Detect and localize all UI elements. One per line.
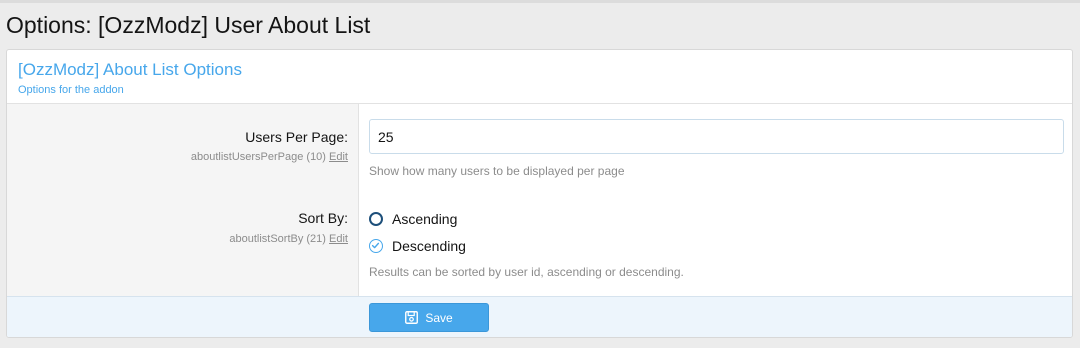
- sort-descending-option[interactable]: Descending: [369, 236, 466, 256]
- users-per-page-meta: aboutlistUsersPerPage (10) Edit: [18, 150, 348, 164]
- sort-ascending-option[interactable]: Ascending: [369, 209, 457, 229]
- sort-by-id: aboutlistSortBy (21): [229, 233, 326, 245]
- label-column: Users Per Page: aboutlistUsersPerPage (1…: [7, 104, 359, 296]
- sort-by-label: Sort By:: [298, 210, 348, 226]
- group-title: [OzzModz] About List Options: [18, 60, 242, 79]
- checkmark-icon: [371, 242, 380, 249]
- radio-checked-icon[interactable]: [369, 239, 383, 253]
- save-button-label: Save: [425, 310, 453, 325]
- sort-by-explain: Results can be sorted by user id, ascend…: [369, 265, 684, 279]
- top-border: [0, 0, 1080, 3]
- save-button[interactable]: Save: [369, 303, 489, 332]
- radio-unchecked-icon[interactable]: [369, 212, 383, 226]
- sort-by-edit-link[interactable]: Edit: [329, 233, 348, 245]
- page-title: Options: [OzzModz] User About List: [6, 12, 371, 38]
- users-per-page-label: Users Per Page:: [245, 129, 348, 145]
- users-per-page-input[interactable]: [369, 119, 1064, 154]
- users-per-page-id: aboutlistUsersPerPage (10): [190, 151, 326, 163]
- users-per-page-edit-link[interactable]: Edit: [329, 151, 348, 163]
- group-description: Options for the addon: [18, 84, 124, 96]
- floppy-disk-icon: [405, 311, 419, 324]
- users-per-page-explain: Show how many users to be displayed per …: [369, 164, 625, 178]
- sort-ascending-label: Ascending: [392, 211, 458, 227]
- options-panel: [OzzModz] About List Options Options for…: [6, 49, 1073, 338]
- form-footer: Save: [7, 296, 1072, 337]
- group-header: [OzzModz] About List Options Options for…: [7, 50, 1072, 104]
- sort-by-meta: aboutlistSortBy (21) Edit: [18, 232, 348, 246]
- sort-descending-label: Descending: [392, 238, 466, 254]
